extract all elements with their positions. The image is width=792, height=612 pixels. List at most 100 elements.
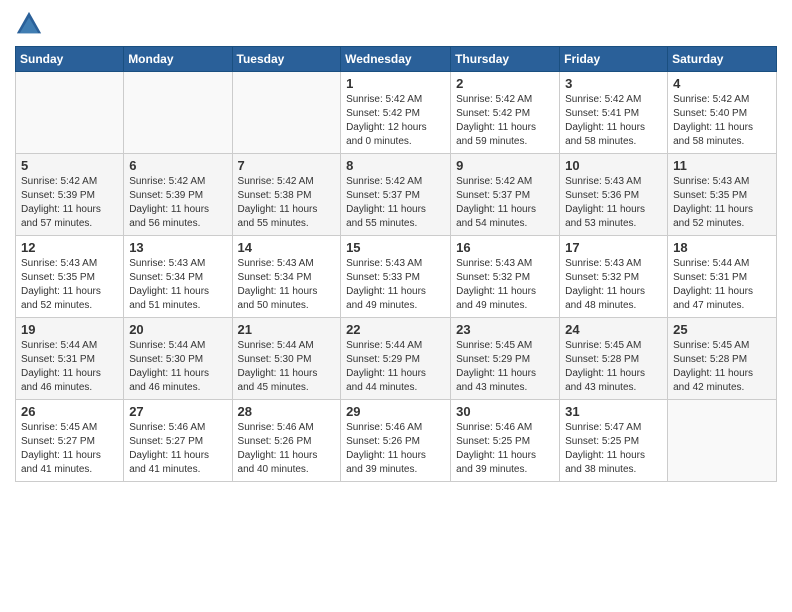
day-info: Sunrise: 5:43 AM Sunset: 5:32 PM Dayligh… (565, 257, 662, 313)
day-number: 10 (565, 158, 662, 173)
weekday-header-monday: Monday (124, 47, 232, 72)
day-info: Sunrise: 5:42 AM Sunset: 5:37 PM Dayligh… (346, 175, 445, 231)
day-info: Sunrise: 5:46 AM Sunset: 5:27 PM Dayligh… (129, 421, 226, 477)
day-number: 22 (346, 322, 445, 337)
day-info: Sunrise: 5:42 AM Sunset: 5:39 PM Dayligh… (129, 175, 226, 231)
day-info: Sunrise: 5:42 AM Sunset: 5:37 PM Dayligh… (456, 175, 554, 231)
weekday-header-thursday: Thursday (451, 47, 560, 72)
weekday-header-tuesday: Tuesday (232, 47, 341, 72)
calendar-cell: 5 Sunrise: 5:42 AM Sunset: 5:39 PM Daylig… (16, 154, 124, 236)
calendar-cell: 25Sunrise: 5:45 AM Sunset: 5:28 PM Dayli… (668, 318, 777, 400)
weekday-header-sunday: Sunday (16, 47, 124, 72)
day-info: Sunrise: 5:46 AM Sunset: 5:25 PM Dayligh… (456, 421, 554, 477)
day-info: Sunrise: 5:43 AM Sunset: 5:32 PM Dayligh… (456, 257, 554, 313)
calendar-cell: 14 Sunrise: 5:43 AM Sunset: 5:34 PM Dayli… (232, 236, 341, 318)
calendar-cell (124, 72, 232, 154)
calendar-cell: 16 Sunrise: 5:43 AM Sunset: 5:32 PM Dayli… (451, 236, 560, 318)
day-info: Sunrise: 5:42 AM Sunset: 5:42 PM Dayligh… (456, 93, 554, 149)
calendar-cell: 29Sunrise: 5:46 AM Sunset: 5:26 PM Dayli… (341, 400, 451, 482)
day-number: 3 (565, 76, 662, 91)
day-number: 31 (565, 404, 662, 419)
day-number: 27 (129, 404, 226, 419)
day-number: 13 (129, 240, 226, 255)
day-info: Sunrise: 5:42 AM Sunset: 5:40 PM Dayligh… (673, 93, 771, 149)
calendar-week-row: 5 Sunrise: 5:42 AM Sunset: 5:39 PM Daylig… (16, 154, 777, 236)
day-info: Sunrise: 5:44 AM Sunset: 5:30 PM Dayligh… (129, 339, 226, 395)
header (15, 10, 777, 38)
day-number: 14 (238, 240, 336, 255)
calendar-cell (16, 72, 124, 154)
day-info: Sunrise: 5:42 AM Sunset: 5:42 PM Dayligh… (346, 93, 445, 149)
calendar-cell: 13 Sunrise: 5:43 AM Sunset: 5:34 PM Dayli… (124, 236, 232, 318)
calendar-week-row: 19Sunrise: 5:44 AM Sunset: 5:31 PM Dayli… (16, 318, 777, 400)
day-number: 28 (238, 404, 336, 419)
day-info: Sunrise: 5:45 AM Sunset: 5:29 PM Dayligh… (456, 339, 554, 395)
day-info: Sunrise: 5:47 AM Sunset: 5:25 PM Dayligh… (565, 421, 662, 477)
logo (15, 10, 47, 38)
calendar-cell: 28Sunrise: 5:46 AM Sunset: 5:26 PM Dayli… (232, 400, 341, 482)
calendar-cell: 23Sunrise: 5:45 AM Sunset: 5:29 PM Dayli… (451, 318, 560, 400)
main-container: SundayMondayTuesdayWednesdayThursdayFrid… (0, 0, 792, 497)
day-number: 9 (456, 158, 554, 173)
calendar-cell: 20 Sunrise: 5:44 AM Sunset: 5:30 PM Dayli… (124, 318, 232, 400)
calendar-week-row: 1Sunrise: 5:42 AM Sunset: 5:42 PM Daylig… (16, 72, 777, 154)
calendar-cell: 19Sunrise: 5:44 AM Sunset: 5:31 PM Dayli… (16, 318, 124, 400)
day-info: Sunrise: 5:44 AM Sunset: 5:29 PM Dayligh… (346, 339, 445, 395)
calendar-cell: 7 Sunrise: 5:42 AM Sunset: 5:38 PM Daylig… (232, 154, 341, 236)
day-number: 26 (21, 404, 118, 419)
day-info: Sunrise: 5:43 AM Sunset: 5:34 PM Dayligh… (238, 257, 336, 313)
calendar-cell: 15Sunrise: 5:43 AM Sunset: 5:33 PM Dayli… (341, 236, 451, 318)
calendar-cell: 4 Sunrise: 5:42 AM Sunset: 5:40 PM Daylig… (668, 72, 777, 154)
calendar-table: SundayMondayTuesdayWednesdayThursdayFrid… (15, 46, 777, 482)
calendar-cell (668, 400, 777, 482)
day-info: Sunrise: 5:45 AM Sunset: 5:28 PM Dayligh… (673, 339, 771, 395)
calendar-cell: 31 Sunrise: 5:47 AM Sunset: 5:25 PM Dayli… (560, 400, 668, 482)
calendar-cell: 18 Sunrise: 5:44 AM Sunset: 5:31 PM Dayli… (668, 236, 777, 318)
day-number: 18 (673, 240, 771, 255)
day-number: 7 (238, 158, 336, 173)
day-number: 24 (565, 322, 662, 337)
day-info: Sunrise: 5:42 AM Sunset: 5:39 PM Dayligh… (21, 175, 118, 231)
day-number: 11 (673, 158, 771, 173)
calendar-cell: 9 Sunrise: 5:42 AM Sunset: 5:37 PM Daylig… (451, 154, 560, 236)
weekday-header-wednesday: Wednesday (341, 47, 451, 72)
calendar-cell: 2Sunrise: 5:42 AM Sunset: 5:42 PM Daylig… (451, 72, 560, 154)
calendar-cell: 10 Sunrise: 5:43 AM Sunset: 5:36 PM Dayli… (560, 154, 668, 236)
day-info: Sunrise: 5:43 AM Sunset: 5:36 PM Dayligh… (565, 175, 662, 231)
day-number: 12 (21, 240, 118, 255)
day-info: Sunrise: 5:44 AM Sunset: 5:30 PM Dayligh… (238, 339, 336, 395)
calendar-cell: 11 Sunrise: 5:43 AM Sunset: 5:35 PM Dayli… (668, 154, 777, 236)
calendar-cell: 22 Sunrise: 5:44 AM Sunset: 5:29 PM Dayli… (341, 318, 451, 400)
calendar-cell: 27 Sunrise: 5:46 AM Sunset: 5:27 PM Dayli… (124, 400, 232, 482)
day-info: Sunrise: 5:42 AM Sunset: 5:41 PM Dayligh… (565, 93, 662, 149)
calendar-cell (232, 72, 341, 154)
day-info: Sunrise: 5:46 AM Sunset: 5:26 PM Dayligh… (346, 421, 445, 477)
day-number: 6 (129, 158, 226, 173)
logo-icon (15, 10, 43, 38)
calendar-cell: 21 Sunrise: 5:44 AM Sunset: 5:30 PM Dayli… (232, 318, 341, 400)
day-info: Sunrise: 5:44 AM Sunset: 5:31 PM Dayligh… (673, 257, 771, 313)
day-number: 20 (129, 322, 226, 337)
calendar-cell: 12 Sunrise: 5:43 AM Sunset: 5:35 PM Dayli… (16, 236, 124, 318)
calendar-week-row: 26 Sunrise: 5:45 AM Sunset: 5:27 PM Dayli… (16, 400, 777, 482)
day-info: Sunrise: 5:42 AM Sunset: 5:38 PM Dayligh… (238, 175, 336, 231)
day-info: Sunrise: 5:43 AM Sunset: 5:33 PM Dayligh… (346, 257, 445, 313)
weekday-header-saturday: Saturday (668, 47, 777, 72)
day-number: 21 (238, 322, 336, 337)
calendar-cell: 6 Sunrise: 5:42 AM Sunset: 5:39 PM Daylig… (124, 154, 232, 236)
day-info: Sunrise: 5:43 AM Sunset: 5:34 PM Dayligh… (129, 257, 226, 313)
day-number: 16 (456, 240, 554, 255)
day-info: Sunrise: 5:43 AM Sunset: 5:35 PM Dayligh… (21, 257, 118, 313)
calendar-cell: 30 Sunrise: 5:46 AM Sunset: 5:25 PM Dayli… (451, 400, 560, 482)
calendar-cell: 17 Sunrise: 5:43 AM Sunset: 5:32 PM Dayli… (560, 236, 668, 318)
calendar-cell: 3 Sunrise: 5:42 AM Sunset: 5:41 PM Daylig… (560, 72, 668, 154)
calendar-cell: 26 Sunrise: 5:45 AM Sunset: 5:27 PM Dayli… (16, 400, 124, 482)
day-number: 4 (673, 76, 771, 91)
day-number: 19 (21, 322, 118, 337)
day-info: Sunrise: 5:45 AM Sunset: 5:28 PM Dayligh… (565, 339, 662, 395)
day-number: 5 (21, 158, 118, 173)
day-number: 30 (456, 404, 554, 419)
day-info: Sunrise: 5:45 AM Sunset: 5:27 PM Dayligh… (21, 421, 118, 477)
day-number: 17 (565, 240, 662, 255)
day-info: Sunrise: 5:43 AM Sunset: 5:35 PM Dayligh… (673, 175, 771, 231)
